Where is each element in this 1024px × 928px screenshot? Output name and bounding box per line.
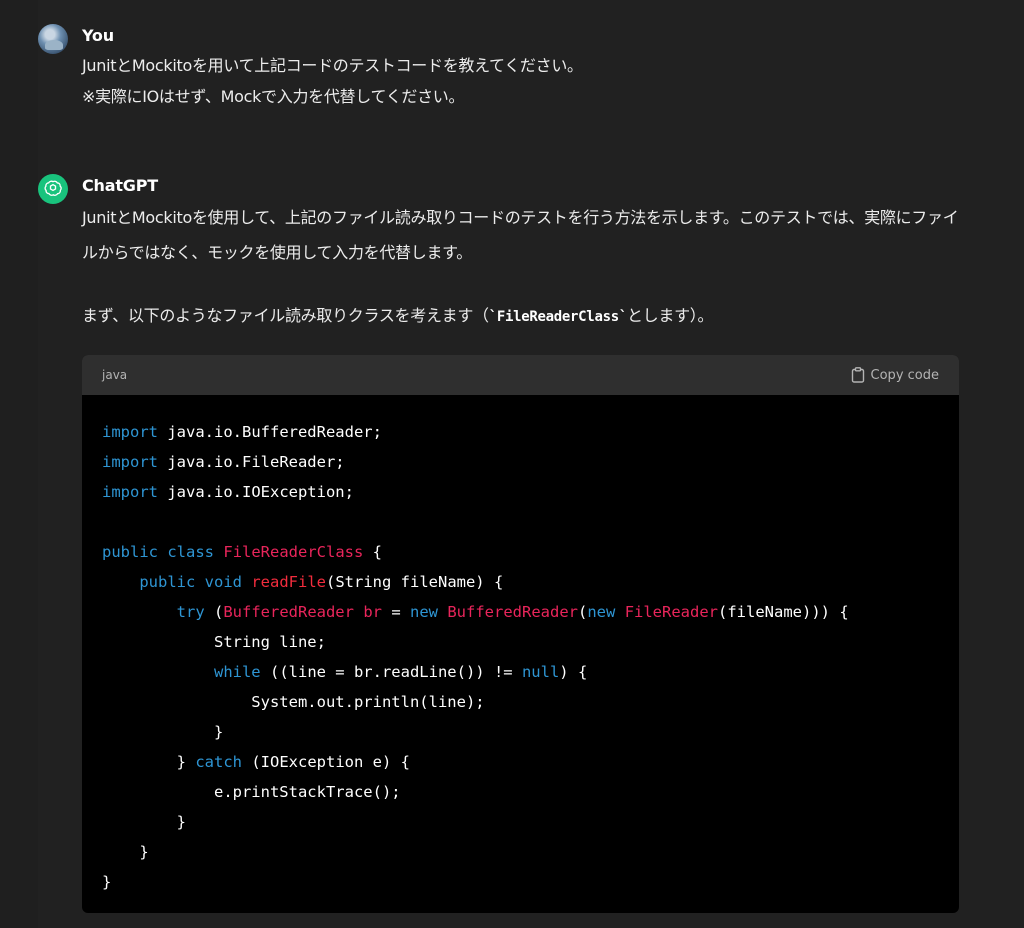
code-token: BufferedReader xyxy=(447,603,578,621)
code-line-5: public class FileReaderClass { xyxy=(102,537,939,567)
code-token: ( xyxy=(578,603,588,621)
user-avatar xyxy=(38,24,68,54)
user-author-name: You xyxy=(82,26,114,45)
code-line-3: import java.io.IOException; xyxy=(102,477,939,507)
assistant-paragraph-1: JunitとMockitoを使用して、上記のファイル読み取りコードのテストを行う… xyxy=(82,208,959,262)
chat-page: You JunitとMockitoを用いて上記コードのテストコードを教えてくださ… xyxy=(0,0,1024,928)
code-line-7: try (BufferedReader br = new BufferedRea… xyxy=(102,597,939,627)
user-line-1: JunitとMockitoを用いて上記コードのテストコードを教えてください。 xyxy=(82,56,583,75)
code-token: e.printStackTrace(); xyxy=(102,783,401,801)
code-content: import java.io.BufferedReader; import jav… xyxy=(82,395,959,897)
code-token: import xyxy=(102,423,158,441)
code-token: try xyxy=(176,603,205,621)
code-token: new xyxy=(587,603,616,621)
code-token: while xyxy=(213,663,261,681)
code-line-15: } xyxy=(102,837,939,867)
copy-code-button[interactable]: Copy code xyxy=(851,367,939,383)
code-token: import xyxy=(102,453,158,471)
code-token: void xyxy=(204,573,242,591)
code-token: java.io.BufferedReader; xyxy=(158,423,382,441)
code-token: public xyxy=(139,573,196,591)
code-token: } xyxy=(102,843,149,861)
code-token: ( xyxy=(204,603,224,621)
code-language-label: java xyxy=(102,368,128,382)
code-token: new xyxy=(410,603,438,621)
code-line-14: } xyxy=(102,807,939,837)
code-token: ) { xyxy=(559,663,588,681)
assistant-author-name: ChatGPT xyxy=(82,176,158,195)
code-token: null xyxy=(521,663,560,681)
code-token: java.io.IOException; xyxy=(158,483,354,501)
user-message-text: JunitとMockitoを用いて上記コードのテストコードを教えてください。 ※… xyxy=(82,50,583,112)
code-token: (IOException e) { xyxy=(242,753,410,771)
code-token: } xyxy=(102,813,186,831)
code-line-16: } xyxy=(102,867,939,897)
code-line-2: import java.io.FileReader; xyxy=(102,447,939,477)
code-token: public xyxy=(102,543,158,561)
sidebar-gutter xyxy=(0,0,38,928)
code-token: System.out.println(line); xyxy=(102,693,485,711)
code-token: FileReader xyxy=(624,603,719,621)
inline-code-classname: `FileReaderClass` xyxy=(488,309,628,325)
code-line-13: e.printStackTrace(); xyxy=(102,777,939,807)
copy-code-label: Copy code xyxy=(870,367,939,383)
code-block: java Copy code import java.io.BufferedRe… xyxy=(82,355,959,913)
code-line-9: while ((line = br.readLine()) != null) { xyxy=(102,657,939,687)
code-block-header: java Copy code xyxy=(82,355,959,395)
code-line-11: } xyxy=(102,717,939,747)
code-token: (fileName))) { xyxy=(718,603,849,621)
user-line-2: ※実際にIOはせず、Mockで入力を代替してください。 xyxy=(82,87,465,106)
code-line-10: System.out.println(line); xyxy=(102,687,939,717)
assistant-paragraph-2: まず、以下のようなファイル読み取りクラスを考えます（`FileReaderCla… xyxy=(82,300,713,333)
code-token: br xyxy=(363,603,382,621)
code-token: class xyxy=(167,543,215,561)
code-token: } xyxy=(102,723,224,741)
code-token: import xyxy=(102,483,158,501)
clipboard-icon xyxy=(851,367,864,383)
para2-before: まず、以下のようなファイル読み取りクラスを考えます（ xyxy=(82,306,489,325)
code-token: } xyxy=(102,753,196,771)
para2-after: とします）。 xyxy=(626,306,714,325)
code-token: { xyxy=(363,543,383,561)
code-line-12: } catch (IOException e) { xyxy=(102,747,939,777)
code-line-8: String line; xyxy=(102,627,939,657)
code-token: BufferedReader xyxy=(223,603,354,621)
code-token: java.io.FileReader; xyxy=(158,453,345,471)
code-token: (String fileName) { xyxy=(326,573,504,591)
code-token: readFile xyxy=(251,573,326,591)
code-token: = xyxy=(382,603,410,621)
code-token: FileReaderClass xyxy=(223,543,364,561)
code-token: ((line = br.readLine()) != xyxy=(260,663,522,681)
code-line-1: import java.io.BufferedReader; xyxy=(102,417,939,447)
code-line-6: public void readFile(String fileName) { xyxy=(102,567,939,597)
code-token: catch xyxy=(195,753,242,771)
code-token: } xyxy=(102,873,112,891)
code-token: String line; xyxy=(102,633,326,651)
openai-logo-icon xyxy=(38,174,68,204)
